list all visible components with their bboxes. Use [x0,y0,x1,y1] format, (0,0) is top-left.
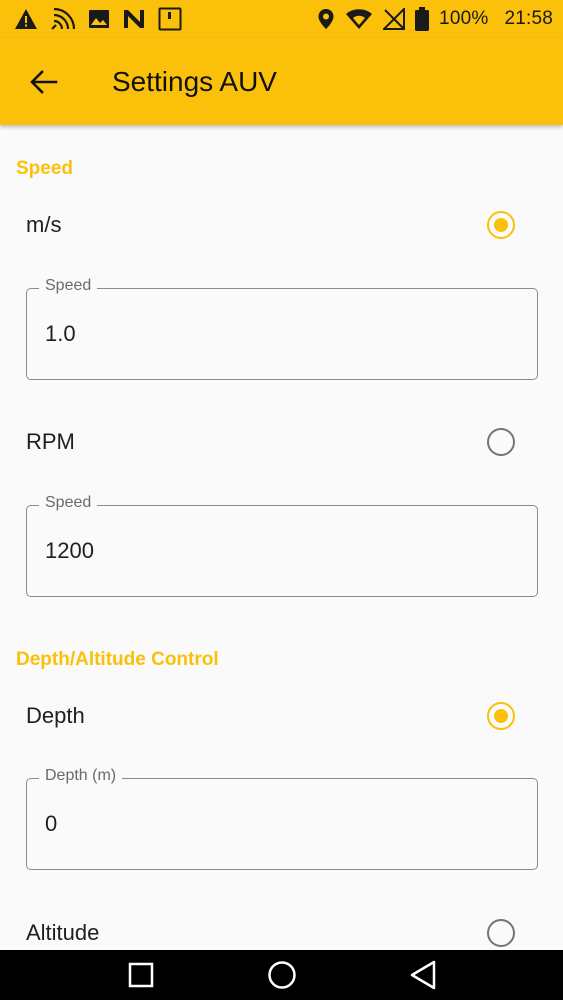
navigation-bar [0,950,563,1000]
speed-unit-rpm-label: RPM [26,429,75,454]
depth-field-label: Depth (m) [39,767,123,785]
settings-content[interactable]: Speed m/s Speed RPM Speed Depth/Altitude… [0,125,563,950]
battery-percent: 100% [439,8,489,29]
speed-ms-input[interactable] [45,317,515,351]
speed-unit-rpm-option[interactable]: RPM [0,412,563,472]
app-bar: Settings AUV [0,38,563,125]
radio-selected-dot [494,709,508,723]
speed-unit-ms-option[interactable]: m/s [0,195,563,255]
recents-icon [128,962,153,988]
altitude-option-label: Altitude [26,920,100,945]
back-icon [410,960,435,990]
altitude-option[interactable]: Altitude [0,903,563,950]
depth-option[interactable]: Depth [0,686,563,746]
altitude-radio[interactable] [487,919,515,947]
depth-section-header: Depth/Altitude Control [16,649,219,670]
wifi-calling-icon [50,7,76,31]
battery-icon [415,7,430,31]
page-title: Settings AUV [112,65,277,97]
status-bar-left [14,7,182,31]
home-icon [267,961,296,989]
status-bar-right: 100% 21:58 [317,7,553,31]
status-bar: 100% 21:58 [0,0,563,38]
arrow-back-icon [30,69,58,94]
speed-unit-rpm-radio[interactable] [487,428,515,456]
no-signal-icon [383,8,406,30]
n-icon [122,8,146,30]
speed-ms-field-label: Speed [39,277,98,295]
speed-section-header: Speed [16,158,74,179]
depth-field[interactable]: Depth (m) [26,767,538,870]
settings-screen: 100% 21:58 Settings AUV Speed m/s Speed … [0,0,563,1000]
speed-unit-ms-radio[interactable] [487,211,515,239]
image-icon [88,9,110,29]
wifi-icon [345,8,373,30]
system-back-button[interactable] [398,950,448,1000]
speed-rpm-field-label: Speed [39,494,98,512]
radio-selected-dot [494,218,508,232]
back-button[interactable] [14,52,74,112]
warning-icon [14,8,38,30]
sim-icon [158,7,182,31]
speed-rpm-field[interactable]: Speed [26,494,538,597]
location-icon [317,8,335,30]
depth-radio[interactable] [487,702,515,730]
home-button[interactable] [257,950,307,1000]
speed-ms-field[interactable]: Speed [26,277,538,380]
speed-unit-ms-label: m/s [26,212,62,237]
depth-input[interactable] [45,807,515,841]
depth-option-label: Depth [26,703,85,728]
recents-button[interactable] [116,950,166,1000]
clock-time: 21:58 [504,8,553,29]
speed-rpm-input[interactable] [45,534,515,568]
